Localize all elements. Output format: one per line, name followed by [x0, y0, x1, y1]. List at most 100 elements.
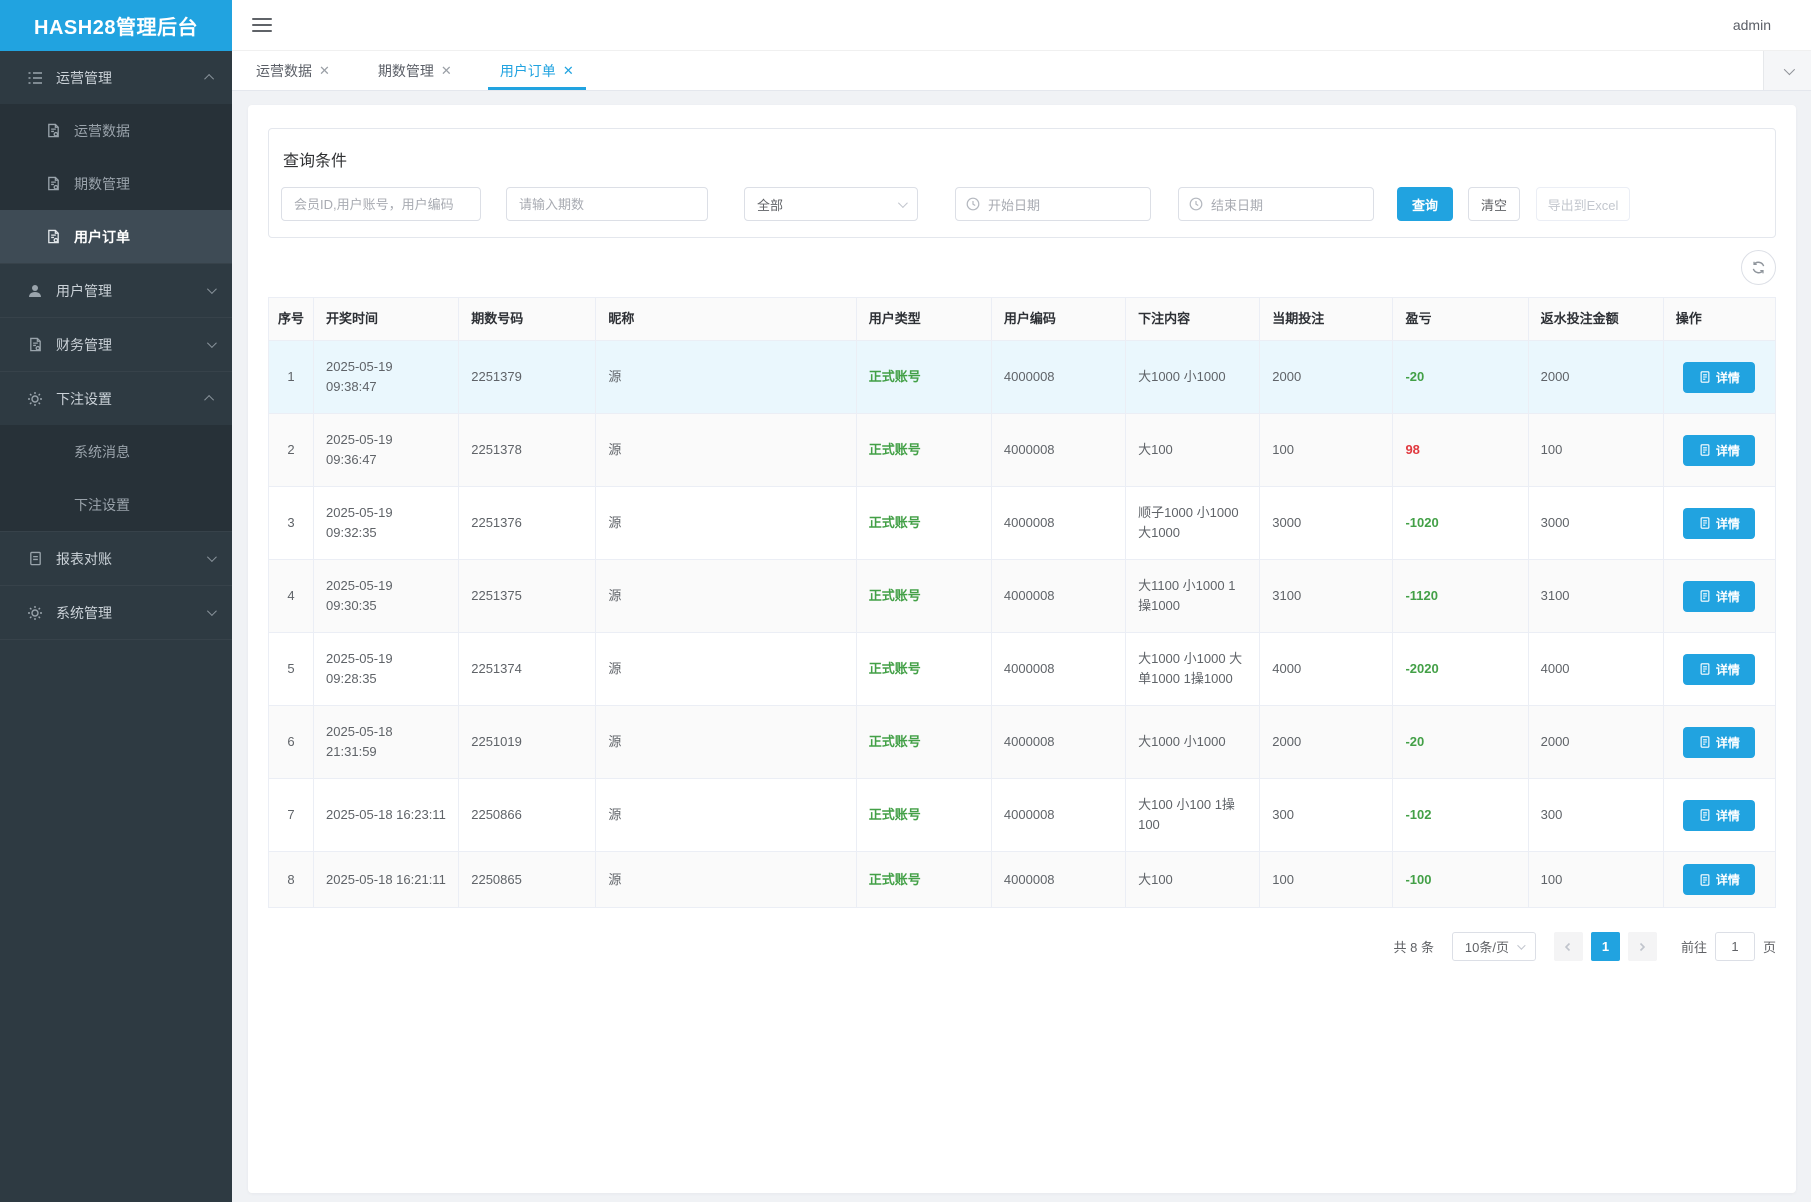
document-icon	[1699, 444, 1711, 456]
detail-button[interactable]: 详情	[1683, 508, 1755, 539]
cell-index: 1	[269, 341, 314, 414]
cell-rebate-amount: 4000	[1528, 633, 1663, 706]
column-header: 期数号码	[459, 298, 596, 341]
cell-operation: 详情	[1663, 487, 1775, 560]
tab-period-management[interactable]: 期数管理 ✕	[354, 51, 476, 90]
cell-period-number: 2251375	[459, 560, 596, 633]
sidebar-item-system-management[interactable]: 系统管理	[0, 586, 232, 639]
goto-page-input[interactable]	[1715, 932, 1755, 961]
cell-rebate-amount: 3100	[1528, 560, 1663, 633]
start-date-picker[interactable]: 开始日期	[955, 187, 1151, 221]
detail-button[interactable]: 详情	[1683, 435, 1755, 466]
cell-current-bet: 2000	[1260, 341, 1393, 414]
document-icon	[1699, 874, 1711, 886]
chevron-right-icon	[1637, 942, 1647, 952]
sidebar-submenu-bet-settings: 系统消息 下注设置	[0, 425, 232, 531]
profit-value: -102	[1405, 807, 1431, 822]
table-toolbar	[268, 238, 1776, 297]
document-icon	[1699, 663, 1711, 675]
cell-period-number: 2250866	[459, 779, 596, 852]
tab-bar: 运营数据 ✕ 期数管理 ✕ 用户订单 ✕	[232, 51, 1811, 91]
tab-operation-data[interactable]: 运营数据 ✕	[232, 51, 354, 90]
cell-index: 2	[269, 414, 314, 487]
sidebar-item-user-orders[interactable]: 用户订单	[0, 210, 232, 263]
sidebar-item-bet-settings[interactable]: 下注设置	[0, 478, 232, 531]
app-logo: HASH28管理后台	[0, 0, 232, 51]
column-header: 开奖时间	[314, 298, 459, 341]
tab-user-orders[interactable]: 用户订单 ✕	[476, 51, 598, 90]
column-header: 序号	[269, 298, 314, 341]
user-type-badge: 正式账号	[869, 515, 921, 530]
column-header: 盈亏	[1393, 298, 1528, 341]
cell-rebate-amount: 100	[1528, 414, 1663, 487]
current-user[interactable]: admin	[1733, 17, 1771, 33]
sidebar-item-report-reconciliation[interactable]: 报表对账	[0, 532, 232, 585]
sidebar-item-label: 下注设置	[74, 495, 130, 515]
cell-profit: -102	[1393, 779, 1528, 852]
end-date-picker[interactable]: 结束日期	[1178, 187, 1374, 221]
end-date-placeholder: 结束日期	[1211, 195, 1263, 214]
prev-page-button[interactable]	[1554, 932, 1583, 961]
cell-profit: -1120	[1393, 560, 1528, 633]
sidebar-item-operations[interactable]: 运营管理	[0, 51, 232, 104]
export-excel-button[interactable]: 导出到Excel	[1536, 187, 1630, 221]
detail-button-label: 详情	[1716, 588, 1740, 605]
chevron-left-icon	[1563, 942, 1573, 952]
detail-button[interactable]: 详情	[1683, 581, 1755, 612]
hamburger-menu-icon[interactable]	[252, 18, 272, 32]
topbar: admin	[232, 0, 1811, 51]
cell-index: 4	[269, 560, 314, 633]
detail-button[interactable]: 详情	[1683, 800, 1755, 831]
cell-operation: 详情	[1663, 633, 1775, 706]
cell-user-type: 正式账号	[856, 633, 991, 706]
search-button[interactable]: 查询	[1397, 187, 1453, 221]
type-select[interactable]: 全部	[744, 187, 918, 221]
period-input[interactable]	[506, 187, 708, 221]
detail-button[interactable]: 详情	[1683, 864, 1755, 895]
member-search-input[interactable]	[281, 187, 481, 221]
query-panel: 查询条件 全部 开始日期	[268, 128, 1776, 238]
table-row: 82025-05-18 16:21:112250865源正式账号4000008大…	[269, 852, 1776, 908]
sidebar-item-operation-data[interactable]: 运营数据	[0, 104, 232, 157]
sidebar-item-system-messages[interactable]: 系统消息	[0, 425, 232, 478]
tabs-dropdown-button[interactable]	[1763, 51, 1811, 90]
clear-button[interactable]: 清空	[1468, 187, 1520, 221]
cell-operation: 详情	[1663, 779, 1775, 852]
sidebar-item-user-management[interactable]: 用户管理	[0, 264, 232, 317]
cell-draw-time: 2025-05-18 21:31:59	[314, 706, 459, 779]
sidebar-item-label: 运营管理	[56, 68, 112, 88]
main-area: admin 运营数据 ✕ 期数管理 ✕ 用户订单 ✕ 查询条件	[232, 0, 1811, 1202]
sidebar-item-bet-settings-group[interactable]: 下注设置	[0, 372, 232, 425]
column-header: 操作	[1663, 298, 1775, 341]
refresh-button[interactable]	[1741, 250, 1776, 285]
chevron-down-icon	[207, 552, 217, 562]
sidebar-item-label: 运营数据	[74, 121, 130, 141]
cell-user-code: 4000008	[991, 560, 1125, 633]
page-size-select[interactable]: 10条/页	[1452, 932, 1536, 961]
type-select-value: 全部	[757, 195, 783, 214]
next-page-button[interactable]	[1628, 932, 1657, 961]
sidebar-item-label: 用户管理	[56, 281, 112, 301]
cell-nickname: 源	[596, 852, 856, 908]
sidebar-item-finance-management[interactable]: 财务管理	[0, 318, 232, 371]
close-icon[interactable]: ✕	[441, 63, 452, 79]
goto-label: 前往	[1681, 937, 1707, 956]
chevron-up-icon	[204, 74, 214, 84]
page-number-current[interactable]: 1	[1591, 932, 1620, 961]
detail-button[interactable]: 详情	[1683, 362, 1755, 393]
detail-button[interactable]: 详情	[1683, 654, 1755, 685]
document-icon	[1699, 809, 1711, 821]
sidebar-item-period-management[interactable]: 期数管理	[0, 157, 232, 210]
close-icon[interactable]: ✕	[319, 63, 330, 79]
detail-button[interactable]: 详情	[1683, 727, 1755, 758]
profit-value: -100	[1405, 872, 1431, 887]
cell-rebate-amount: 2000	[1528, 341, 1663, 414]
detail-button-label: 详情	[1716, 807, 1740, 824]
table-row: 22025-05-19 09:36:472251378源正式账号4000008大…	[269, 414, 1776, 487]
cell-operation: 详情	[1663, 852, 1775, 908]
column-header: 用户编码	[991, 298, 1125, 341]
cell-profit: -20	[1393, 706, 1528, 779]
detail-button-label: 详情	[1716, 515, 1740, 532]
close-icon[interactable]: ✕	[563, 63, 574, 79]
table-row: 72025-05-18 16:23:112250866源正式账号4000008大…	[269, 779, 1776, 852]
